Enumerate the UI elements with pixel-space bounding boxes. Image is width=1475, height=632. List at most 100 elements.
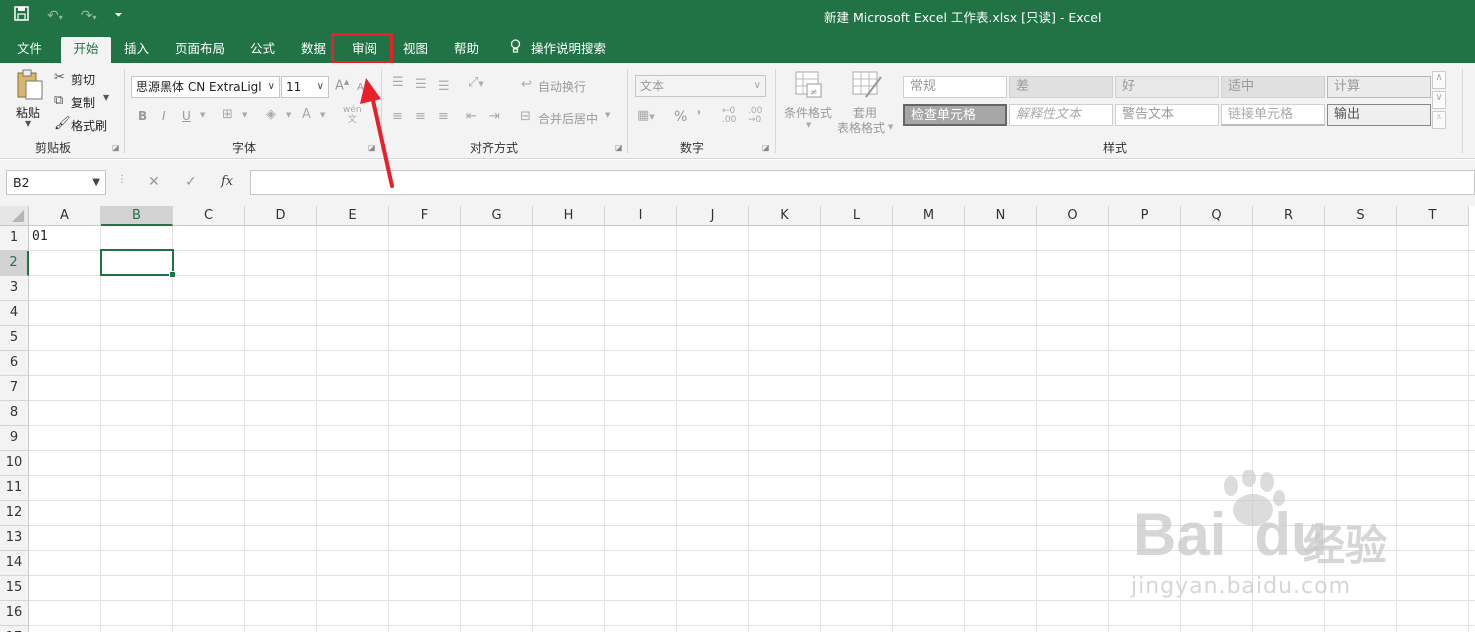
row-header-11[interactable]: 11 <box>0 476 29 501</box>
column-header-L[interactable]: L <box>821 206 893 226</box>
column-header-H[interactable]: H <box>533 206 605 226</box>
row-header-1[interactable]: 1 <box>0 226 29 251</box>
tab-page-layout[interactable]: 页面布局 <box>165 37 235 63</box>
style-explanatory[interactable]: 解释性文本 <box>1009 104 1113 126</box>
tab-insert[interactable]: 插入 <box>114 37 159 63</box>
column-header-F[interactable]: F <box>389 206 461 226</box>
column-header-J[interactable]: J <box>677 206 749 226</box>
conditional-format-button[interactable]: 条件格式 <box>784 104 832 121</box>
row-header-17[interactable]: 17 <box>0 626 29 632</box>
column-header-G[interactable]: G <box>461 206 533 226</box>
chevron-down-icon[interactable]: ▼ <box>25 119 31 128</box>
align-right-icon[interactable]: ≡ <box>438 109 449 124</box>
tab-file[interactable]: 文件 <box>7 37 52 63</box>
column-header-C[interactable]: C <box>173 206 245 226</box>
row-header-6[interactable]: 6 <box>0 351 29 376</box>
tab-view[interactable]: 视图 <box>393 37 438 63</box>
column-header-I[interactable]: I <box>605 206 677 226</box>
chevron-down-icon[interactable]: ▼ <box>103 93 109 102</box>
column-header-E[interactable]: E <box>317 206 389 226</box>
column-header-K[interactable]: K <box>749 206 821 226</box>
style-calculation[interactable]: 计算 <box>1327 76 1431 98</box>
chevron-up-icon[interactable]: ∧ <box>1432 71 1446 89</box>
row-header-9[interactable]: 9 <box>0 426 29 451</box>
format-painter-button[interactable]: 格式刷 <box>71 117 107 134</box>
chevron-down-icon[interactable]: ⏷ <box>115 10 123 21</box>
column-header-Q[interactable]: Q <box>1181 206 1253 226</box>
style-bad[interactable]: 差 <box>1009 76 1113 98</box>
row-header-5[interactable]: 5 <box>0 326 29 351</box>
style-check-cell[interactable]: 检查单元格 <box>903 104 1007 126</box>
row-header-13[interactable]: 13 <box>0 526 29 551</box>
chevron-down-icon[interactable]: ∨ <box>1432 91 1446 109</box>
dialog-launcher-icon[interactable]: ◪ <box>762 143 770 152</box>
style-normal[interactable]: 常规 <box>903 76 1007 98</box>
cell-A1[interactable]: 01 <box>32 229 48 244</box>
align-center-icon[interactable]: ≡ <box>415 109 426 124</box>
cut-button[interactable]: 剪切 <box>71 71 95 88</box>
decrease-indent-icon[interactable]: ⇤ <box>466 109 477 124</box>
table-format-label-2[interactable]: 表格格式 <box>837 119 885 136</box>
number-format-combo[interactable]: 文本 ∨ <box>635 75 766 97</box>
redo-icon[interactable]: ↷▾ <box>81 8 97 24</box>
style-warning[interactable]: 警告文本 <box>1115 104 1219 126</box>
font-color-icon[interactable]: A <box>302 107 311 122</box>
tab-data[interactable]: 数据 <box>291 37 336 63</box>
align-top-icon[interactable]: ☰ <box>392 75 404 90</box>
select-all-button[interactable] <box>0 206 29 226</box>
align-bottom-icon[interactable]: ☰ <box>438 79 450 94</box>
border-icon[interactable]: ⊞ <box>222 107 233 122</box>
column-header-N[interactable]: N <box>965 206 1037 226</box>
underline-button[interactable]: U <box>182 109 191 123</box>
copy-button[interactable]: 复制 <box>71 94 95 111</box>
formula-input[interactable] <box>250 170 1475 195</box>
column-header-P[interactable]: P <box>1109 206 1181 226</box>
more-styles-icon[interactable]: ⩡ <box>1432 111 1446 129</box>
dialog-launcher-icon[interactable]: ◪ <box>615 143 623 152</box>
row-header-16[interactable]: 16 <box>0 601 29 626</box>
style-output[interactable]: 输出 <box>1327 104 1431 126</box>
fill-color-icon[interactable]: ◈ <box>266 107 276 122</box>
increase-decimal-icon[interactable]: ←0.00 <box>722 107 736 125</box>
style-neutral[interactable]: 适中 <box>1221 76 1325 98</box>
dialog-launcher-icon[interactable]: ◪ <box>112 143 120 152</box>
paste-icon[interactable] <box>16 69 44 104</box>
row-header-12[interactable]: 12 <box>0 501 29 526</box>
chevron-down-icon[interactable]: ▼ <box>200 111 205 119</box>
font-size-combo[interactable]: 11 ∨ <box>281 76 329 98</box>
row-header-2[interactable]: 2 <box>0 251 29 276</box>
merge-center-button[interactable]: 合并后居中 <box>538 110 598 127</box>
column-header-D[interactable]: D <box>245 206 317 226</box>
grow-font-button[interactable]: A▲ <box>335 78 349 93</box>
percent-button[interactable]: % <box>674 109 687 125</box>
style-linked-cell[interactable]: 链接单元格 <box>1221 104 1325 126</box>
cancel-icon[interactable]: ✕ <box>148 174 160 190</box>
column-header-T[interactable]: T <box>1397 206 1469 226</box>
undo-icon[interactable]: ↶▾ <box>47 8 63 24</box>
align-middle-icon[interactable]: ☰ <box>415 77 427 92</box>
chevron-down-icon[interactable]: ▼ <box>242 111 247 119</box>
column-header-B[interactable]: B <box>101 206 173 226</box>
row-header-14[interactable]: 14 <box>0 551 29 576</box>
chevron-down-icon[interactable]: ▼ <box>806 121 811 129</box>
chevron-down-icon[interactable]: ▼ <box>888 123 893 131</box>
row-header-4[interactable]: 4 <box>0 301 29 326</box>
row-header-15[interactable]: 15 <box>0 576 29 601</box>
font-name-combo[interactable]: 思源黑体 CN ExtraLigl ∨ <box>131 76 280 98</box>
wrap-text-button[interactable]: 自动换行 <box>538 78 586 95</box>
bold-button[interactable]: B <box>138 109 147 123</box>
increase-indent-icon[interactable]: ⇥ <box>489 109 500 124</box>
active-cell-B2[interactable] <box>100 249 176 278</box>
tab-formulas[interactable]: 公式 <box>240 37 285 63</box>
tab-home[interactable]: 开始 <box>61 37 111 63</box>
style-good[interactable]: 好 <box>1115 76 1219 98</box>
italic-button[interactable]: I <box>162 109 166 123</box>
chevron-down-icon[interactable]: ▼ <box>605 111 610 119</box>
column-header-S[interactable]: S <box>1325 206 1397 226</box>
row-header-3[interactable]: 3 <box>0 276 29 301</box>
align-left-icon[interactable]: ≡ <box>392 109 403 124</box>
row-header-10[interactable]: 10 <box>0 451 29 476</box>
chevron-down-icon[interactable]: ▼ <box>320 111 325 119</box>
insert-function-button[interactable]: fx <box>221 174 233 189</box>
column-header-A[interactable]: A <box>29 206 101 226</box>
